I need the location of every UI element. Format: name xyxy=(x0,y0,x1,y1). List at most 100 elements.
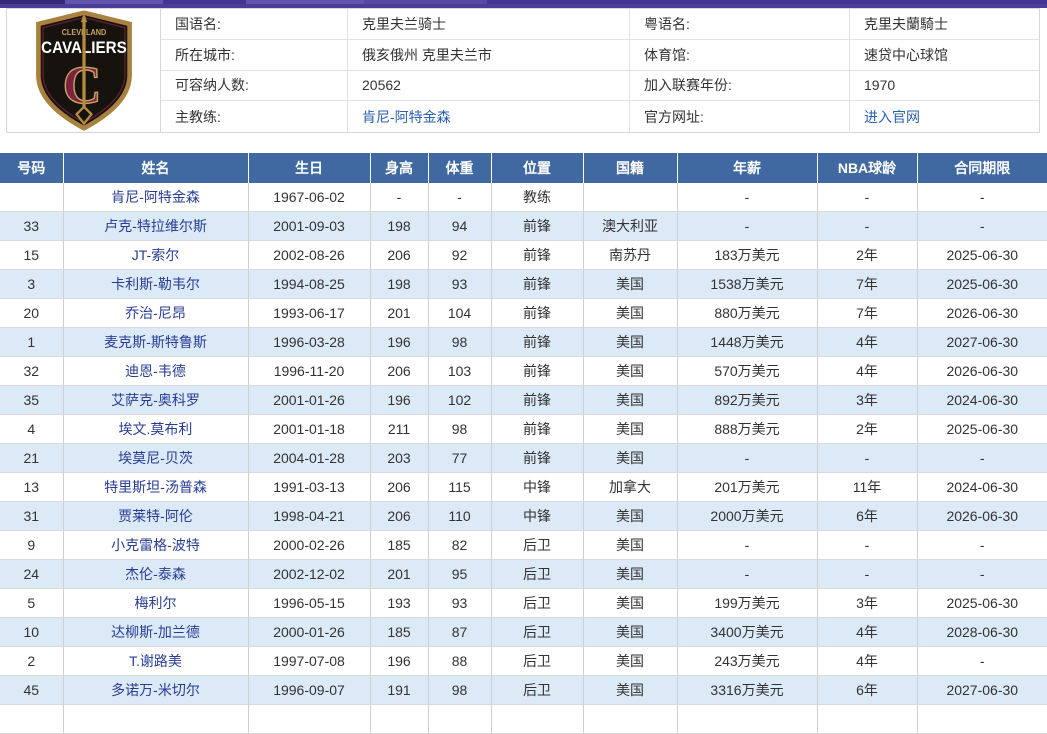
cell-nba-years: 7年 xyxy=(817,270,917,299)
player-link[interactable]: 梅利尔 xyxy=(135,595,177,611)
cell-nba-years: 3年 xyxy=(817,589,917,618)
cell-salary: 570万美元 xyxy=(677,357,817,386)
cell-salary: 1448万美元 xyxy=(677,328,817,357)
cell-name: 乔治-尼昂 xyxy=(63,299,248,328)
cell-birthday: 1996-11-20 xyxy=(248,357,370,386)
cell-contract-until: - xyxy=(917,560,1047,589)
player-link[interactable]: 卢克-特拉维尔斯 xyxy=(104,218,207,234)
cell-height: - xyxy=(370,183,428,212)
player-link[interactable]: 贾莱特-阿伦 xyxy=(118,508,193,524)
cell-salary: 3400万美元 xyxy=(677,618,817,647)
cell-position: 后卫 xyxy=(491,560,583,589)
player-link[interactable]: 达柳斯-加兰德 xyxy=(111,624,200,640)
cell-height: 201 xyxy=(370,299,428,328)
player-link[interactable]: T.谢路美 xyxy=(129,653,182,669)
cell-position: 中锋 xyxy=(491,502,583,531)
cell-birthday: 1993-06-17 xyxy=(248,299,370,328)
cell-position: 后卫 xyxy=(491,676,583,705)
header-nba-years: NBA球龄 xyxy=(817,153,917,183)
roster-row: 9小克雷格-波特2000-02-2618582后卫美国--- xyxy=(0,531,1047,560)
cell-position: 前锋 xyxy=(491,241,583,270)
cell-name: 杰伦-泰森 xyxy=(63,560,248,589)
cell-height: 198 xyxy=(370,212,428,241)
cell-name: 艾萨克-奥科罗 xyxy=(63,386,248,415)
cell-weight: 94 xyxy=(428,212,491,241)
cell-contract-until: 2025-06-30 xyxy=(917,241,1047,270)
cell-birthday: 2001-09-03 xyxy=(248,212,370,241)
cell-nationality: 美国 xyxy=(583,531,677,560)
cell-position: 后卫 xyxy=(491,647,583,676)
player-link[interactable]: 特里斯坦-汤普森 xyxy=(104,479,207,495)
player-link[interactable]: 埃莫尼-贝茨 xyxy=(118,450,193,466)
cell-height: 191 xyxy=(370,676,428,705)
cell-empty xyxy=(0,705,63,734)
cell-empty xyxy=(817,705,917,734)
info-label-arena: 体育馆: xyxy=(630,40,850,71)
player-link[interactable]: 肯尼-阿特金森 xyxy=(111,189,200,205)
cell-birthday: 1997-07-08 xyxy=(248,647,370,676)
cell-salary: 243万美元 xyxy=(677,647,817,676)
cell-contract-until: 2028-06-30 xyxy=(917,618,1047,647)
player-link[interactable]: 麦克斯-斯特鲁斯 xyxy=(104,334,207,350)
cell-salary: 1538万美元 xyxy=(677,270,817,299)
cell-number: 45 xyxy=(0,676,63,705)
player-link[interactable]: 迪恩-韦德 xyxy=(125,363,186,379)
cell-number: 21 xyxy=(0,444,63,473)
info-label-capacity: 可容纳人数: xyxy=(161,71,348,102)
cell-birthday: 2002-08-26 xyxy=(248,241,370,270)
player-link[interactable]: 乔治-尼昂 xyxy=(125,305,186,321)
info-label-city: 所在城市: xyxy=(161,40,348,71)
cell-name: 麦克斯-斯特鲁斯 xyxy=(63,328,248,357)
cell-name: JT-索尔 xyxy=(63,241,248,270)
roster-row: 1麦克斯-斯特鲁斯1996-03-2819698前锋美国1448万美元4年202… xyxy=(0,328,1047,357)
cell-salary: - xyxy=(677,183,817,212)
cell-name: 小克雷格-波特 xyxy=(63,531,248,560)
roster-header-row: 号码 姓名 生日 身高 体重 位置 国籍 年薪 NBA球龄 合同期限 xyxy=(0,153,1047,183)
cell-nationality: 美国 xyxy=(583,357,677,386)
roster-table: 号码 姓名 生日 身高 体重 位置 国籍 年薪 NBA球龄 合同期限 肯尼-阿特… xyxy=(0,153,1047,734)
cell-salary: 892万美元 xyxy=(677,386,817,415)
cell-birthday: 1998-04-21 xyxy=(248,502,370,531)
cell-weight: 110 xyxy=(428,502,491,531)
player-link[interactable]: 多诺万-米切尔 xyxy=(111,682,200,698)
cell-position: 前锋 xyxy=(491,270,583,299)
head-coach-link[interactable]: 肯尼-阿特金森 xyxy=(362,107,451,127)
cell-name: 埃文.莫布利 xyxy=(63,415,248,444)
cell-nba-years: - xyxy=(817,212,917,241)
cell-number: 35 xyxy=(0,386,63,415)
player-link[interactable]: 杰伦-泰森 xyxy=(125,566,186,582)
player-link[interactable]: 艾萨克-奥科罗 xyxy=(111,392,200,408)
cell-birthday: 1996-03-28 xyxy=(248,328,370,357)
cell-weight: 104 xyxy=(428,299,491,328)
cell-height: 196 xyxy=(370,328,428,357)
header-contract-until: 合同期限 xyxy=(917,153,1047,183)
roster-row: 31贾莱特-阿伦1998-04-21206110中锋美国2000万美元6年202… xyxy=(0,502,1047,531)
header-number: 号码 xyxy=(0,153,63,183)
roster-row: 32迪恩-韦德1996-11-20206103前锋美国570万美元4年2026-… xyxy=(0,357,1047,386)
cell-contract-until: - xyxy=(917,444,1047,473)
cavaliers-logo: CLEVELAND CAVALIERS C xyxy=(28,10,140,131)
player-link[interactable]: 卡利斯-勒韦尔 xyxy=(111,276,200,292)
cell-nba-years: 2年 xyxy=(817,415,917,444)
player-link[interactable]: 小克雷格-波特 xyxy=(111,537,200,553)
cell-nba-years: 4年 xyxy=(817,357,917,386)
roster-row: 20乔治-尼昂1993-06-17201104前锋美国880万美元7年2026-… xyxy=(0,299,1047,328)
cell-contract-until: 2027-06-30 xyxy=(917,328,1047,357)
cell-nba-years: 2年 xyxy=(817,241,917,270)
cell-number: 5 xyxy=(0,589,63,618)
cell-salary: - xyxy=(677,212,817,241)
player-link[interactable]: JT-索尔 xyxy=(132,247,179,263)
cell-birthday: 2001-01-26 xyxy=(248,386,370,415)
official-site-link[interactable]: 进入官网 xyxy=(864,107,920,127)
cell-nba-years: - xyxy=(817,531,917,560)
info-value-cn-name: 克里夫兰骑士 xyxy=(348,9,630,40)
cell-nba-years: - xyxy=(817,444,917,473)
cell-position: 前锋 xyxy=(491,328,583,357)
roster-row: 33卢克-特拉维尔斯2001-09-0319894前锋澳大利亚--- xyxy=(0,212,1047,241)
cell-nba-years: 7年 xyxy=(817,299,917,328)
cell-salary: - xyxy=(677,444,817,473)
player-link[interactable]: 埃文.莫布利 xyxy=(119,421,193,437)
cell-contract-until: 2027-06-30 xyxy=(917,676,1047,705)
roster-row: 3卡利斯-勒韦尔1994-08-2519893前锋美国1538万美元7年2025… xyxy=(0,270,1047,299)
roster-row: 5梅利尔1996-05-1519393后卫美国199万美元3年2025-06-3… xyxy=(0,589,1047,618)
